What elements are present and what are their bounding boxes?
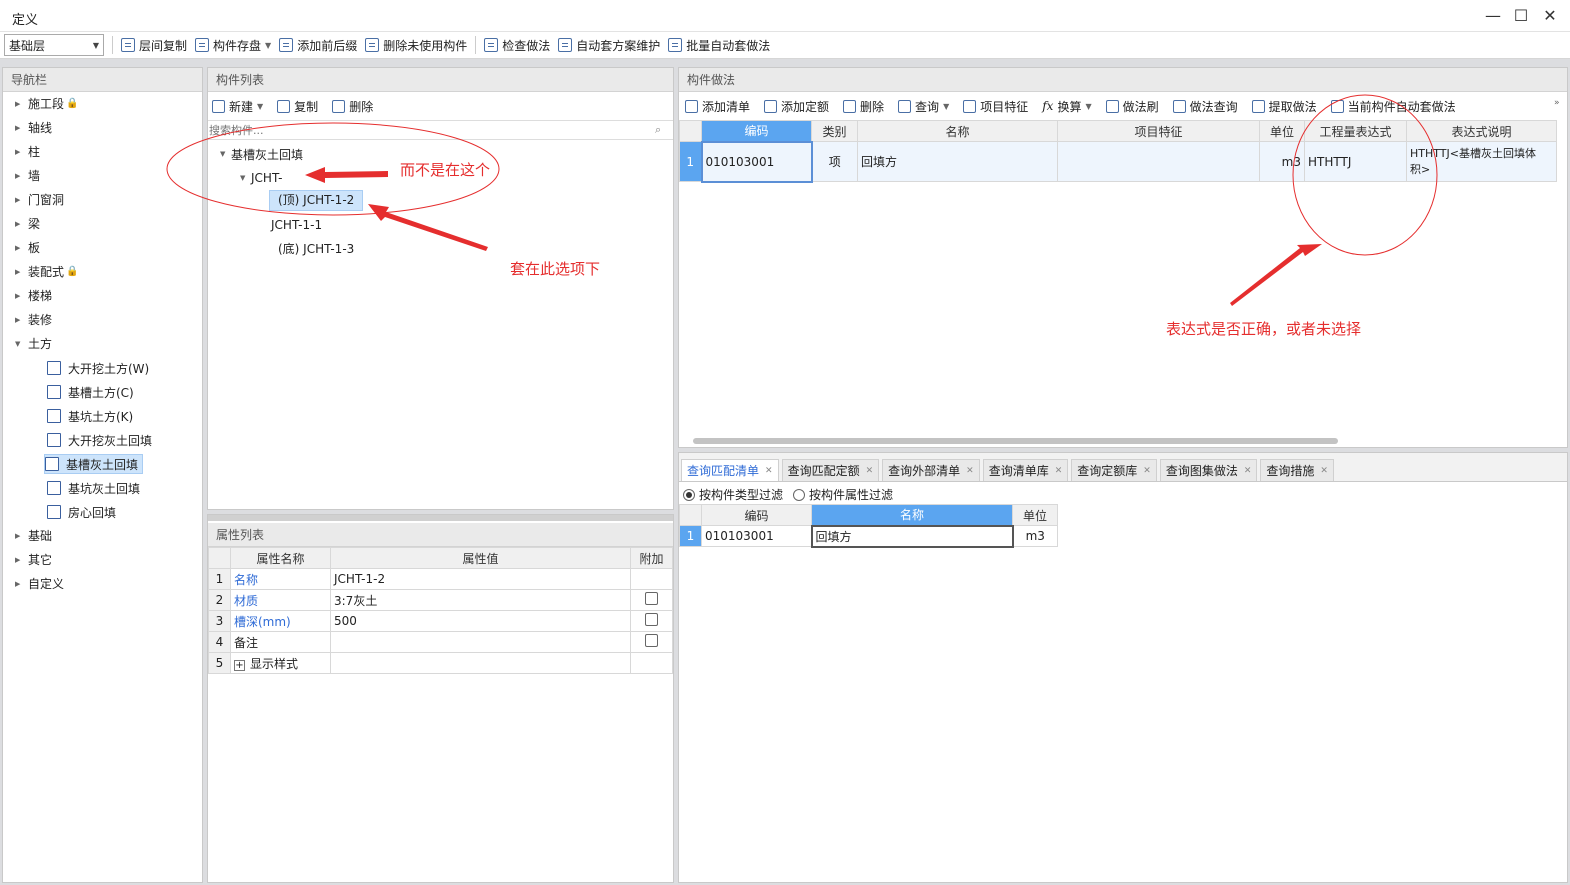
annotation-text: 而不是在这个 <box>400 161 491 179</box>
annotation-ellipse <box>1292 94 1438 256</box>
annotation-arrow <box>1230 244 1322 306</box>
annotation-text: 表达式是否正确，或者未选择 <box>1166 320 1362 338</box>
annotation-arrow <box>305 167 388 183</box>
annotation-overlay <box>166 94 1438 306</box>
annotation-arrow <box>368 204 488 251</box>
annotation-text: 套在此选项下 <box>510 260 601 278</box>
